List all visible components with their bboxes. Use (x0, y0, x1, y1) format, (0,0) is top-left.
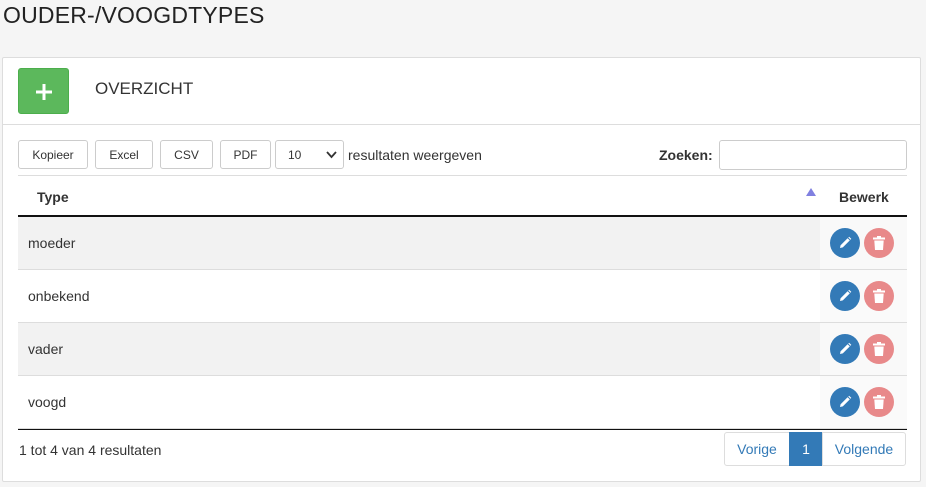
trash-icon (873, 395, 885, 409)
trash-icon (873, 289, 885, 303)
previous-page-button[interactable]: Vorige (724, 432, 790, 466)
pencil-icon (840, 236, 852, 248)
delete-button[interactable] (864, 387, 894, 417)
column-header-type[interactable]: Type (37, 189, 69, 205)
type-cell: vader (28, 341, 64, 357)
pdf-button[interactable]: PDF (220, 140, 271, 169)
types-table: Type Bewerk moeder onbekend vader voogd (18, 175, 907, 430)
pencil-icon (840, 395, 852, 407)
panel-heading: OVERZICHT (95, 79, 194, 98)
trash-icon (873, 342, 885, 356)
pencil-icon (840, 342, 852, 354)
table-header: Type Bewerk (18, 175, 907, 217)
table-bottom-rule (18, 429, 907, 430)
type-cell: voogd (28, 394, 67, 410)
sort-ascending-icon[interactable] (806, 188, 816, 196)
search-input[interactable] (719, 140, 907, 170)
page-title: OUDER-/VOOGDTYPES (3, 2, 265, 28)
plus-icon (36, 84, 52, 100)
pencil-icon (840, 289, 852, 301)
table-row: moeder (18, 217, 907, 270)
actions-cell (820, 217, 907, 269)
panel-header: OVERZICHT (3, 58, 920, 125)
results-info: 1 tot 4 van 4 resultaten (19, 442, 162, 458)
delete-button[interactable] (864, 281, 894, 311)
delete-button[interactable] (864, 228, 894, 258)
search-label: Zoeken: (659, 147, 713, 163)
edit-button[interactable] (830, 387, 860, 417)
column-header-edit: Bewerk (839, 189, 889, 205)
actions-cell (820, 376, 907, 428)
delete-button[interactable] (864, 334, 894, 364)
csv-button[interactable]: CSV (160, 140, 213, 169)
page-button-current[interactable]: 1 (789, 432, 823, 466)
page-length-label: resultaten weergeven (348, 147, 482, 163)
add-type-button[interactable] (18, 68, 69, 114)
table-row: vader (18, 323, 907, 376)
excel-button[interactable]: Excel (95, 140, 153, 169)
next-page-button[interactable]: Volgende (822, 432, 906, 466)
table-row: onbekend (18, 270, 907, 323)
actions-cell (820, 270, 907, 322)
type-cell: moeder (28, 235, 76, 251)
overview-panel: OVERZICHT Kopieer Excel CSV PDF 10 resul… (2, 57, 921, 482)
type-cell: onbekend (28, 288, 90, 304)
page-length-value: 10 (288, 147, 302, 162)
edit-button[interactable] (830, 334, 860, 364)
chevron-down-icon (326, 151, 337, 159)
page-length-select[interactable]: 10 (275, 140, 344, 169)
pagination: Vorige 1 Volgende (724, 432, 906, 466)
edit-button[interactable] (830, 281, 860, 311)
table-row: voogd (18, 376, 907, 429)
edit-button[interactable] (830, 228, 860, 258)
copy-button[interactable]: Kopieer (18, 140, 88, 169)
actions-cell (820, 323, 907, 375)
trash-icon (873, 236, 885, 250)
